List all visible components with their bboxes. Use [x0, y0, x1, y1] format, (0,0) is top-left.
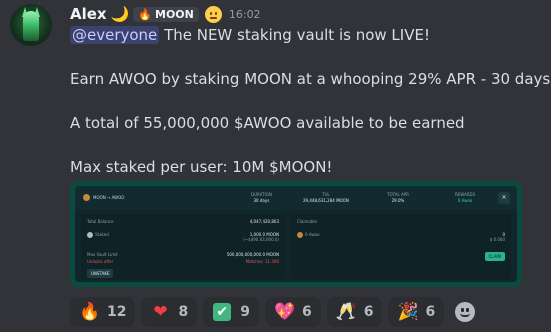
claimable-label: Claimable — [297, 219, 317, 224]
mention-everyone[interactable]: @everyone — [70, 26, 160, 44]
add-reaction-button[interactable] — [450, 297, 480, 327]
username[interactable]: Alex — [70, 5, 107, 23]
unlock-value: Matches: 11 300 — [245, 259, 279, 264]
fire-icon: 🔥 — [138, 7, 152, 21]
duration-value: 30 days — [253, 198, 270, 203]
reaction-count: 9 — [240, 304, 250, 320]
attachment-image[interactable]: MOON → AWOO DURATION 30 days TVL 29,448,… — [70, 181, 522, 287]
message-header: Alex 🌙 🔥 MOON 16:02 — [70, 3, 261, 25]
claim-button: CLAIM — [484, 252, 505, 261]
party-popper-icon: 🎉 — [397, 301, 419, 322]
rewards-value: 0 Awoo — [457, 198, 473, 203]
vault-header-bar — [75, 186, 517, 210]
claimable-token-row: 0 Awoo 0 $ 0.000 — [297, 232, 505, 242]
max-vault-row: Max Vault Limit 500,000,000,000.0 MOON — [87, 252, 279, 257]
apr-value: 29.0% — [391, 198, 405, 203]
message-line: Earn AWOO by staking MOON at a whooping … — [70, 70, 551, 88]
unlock-label: Unlocks after — [87, 259, 114, 264]
staked-subvalue: (~$490.03,000.0) — [243, 237, 279, 242]
reaction-heart-on-fire[interactable]: 💖 6 — [264, 297, 321, 327]
max-vault-label: Max Vault Limit — [87, 252, 118, 257]
add-reaction-icon — [455, 302, 476, 322]
reaction-party[interactable]: 🎉 6 — [388, 297, 445, 327]
heart-icon: ❤ — [153, 301, 168, 322]
avatar[interactable] — [10, 4, 52, 46]
claimable-token: 0 Awoo — [305, 232, 320, 237]
claim-panel: Claimable 0 Awoo 0 $ 0.000 CLAIM — [291, 214, 511, 280]
max-vault-value: 500,000,000,000.0 MOON — [226, 252, 279, 257]
close-icon: × — [498, 192, 510, 204]
reactions-bar: 🔥 12 ❤ 8 ✔ 9 💖 6 🥂 6 🎉 6 — [70, 297, 480, 327]
staking-dashboard-preview: MOON → AWOO DURATION 30 days TVL 29,448,… — [75, 186, 517, 282]
stake-panel: Total Balance 4,047,420,803 Staked 1,000… — [81, 214, 285, 280]
total-balance-row: Total Balance 4,047,420,803 — [87, 219, 279, 224]
claimable-subvalue: $ 0.000 — [489, 237, 505, 242]
message-line: Max staked per user: 10M $MOON! — [70, 158, 333, 176]
unstake-button: UNSTAKE — [87, 269, 114, 278]
reaction-check[interactable]: ✔ 9 — [203, 297, 259, 327]
tvl-value: 29,448,631,284 MOON — [303, 198, 349, 203]
smiley-icon — [204, 5, 222, 23]
reaction-fire[interactable]: 🔥 12 — [70, 297, 136, 327]
reaction-heart[interactable]: ❤ 8 — [141, 297, 198, 327]
reaction-cheers[interactable]: 🥂 6 — [326, 297, 383, 327]
total-balance-label: Total Balance — [87, 219, 114, 224]
wolf-avatar-icon — [23, 11, 39, 41]
claimable-row: Claimable — [297, 219, 505, 224]
reaction-count: 6 — [425, 304, 436, 320]
cheers-icon: 🥂 — [335, 301, 357, 322]
message-line: @everyone The NEW staking vault is now L… — [70, 24, 540, 46]
message-line: A total of 55,000,000 $AWOO available to… — [70, 114, 465, 132]
heart-on-fire-icon: 💖 — [273, 301, 296, 322]
timestamp[interactable]: 16:02 — [229, 8, 261, 21]
tvl-stat: TVL 29,448,631,284 MOON — [303, 192, 349, 204]
crescent-moon-icon: 🌙 — [110, 5, 130, 23]
fire-icon: 🔥 — [79, 301, 101, 322]
unlock-row: Unlocks after Matches: 11 300 — [87, 259, 279, 264]
reaction-count: 12 — [107, 304, 127, 320]
server-tag[interactable]: 🔥 MOON — [133, 6, 199, 22]
reaction-count: 6 — [363, 304, 374, 320]
check-icon: ✔ — [213, 303, 232, 321]
duration-stat: DURATION 30 days — [251, 192, 272, 204]
staked-token-icon — [87, 232, 93, 238]
apr-stat: TOTAL APR 29.0% — [387, 192, 409, 204]
staked-label: Staked — [95, 232, 109, 237]
token-pair: MOON → AWOO — [83, 194, 124, 201]
reaction-count: 8 — [178, 304, 189, 320]
token-pair-label: MOON → AWOO — [93, 195, 125, 200]
server-tag-label: MOON — [155, 7, 194, 21]
moon-token-icon — [83, 194, 90, 201]
reaction-count: 6 — [301, 304, 312, 320]
staked-row: Staked 1,000.0 MOON (~$490.03,000.0) — [87, 232, 279, 242]
message-text: The NEW staking vault is now LIVE! — [159, 26, 430, 44]
rewards-stat: REWARDS 0 Awoo — [455, 192, 475, 204]
awoo-token-icon — [297, 232, 303, 238]
total-balance-value: 4,047,420,803 — [249, 219, 279, 224]
message-content: @everyone The NEW staking vault is now L… — [70, 24, 551, 178]
